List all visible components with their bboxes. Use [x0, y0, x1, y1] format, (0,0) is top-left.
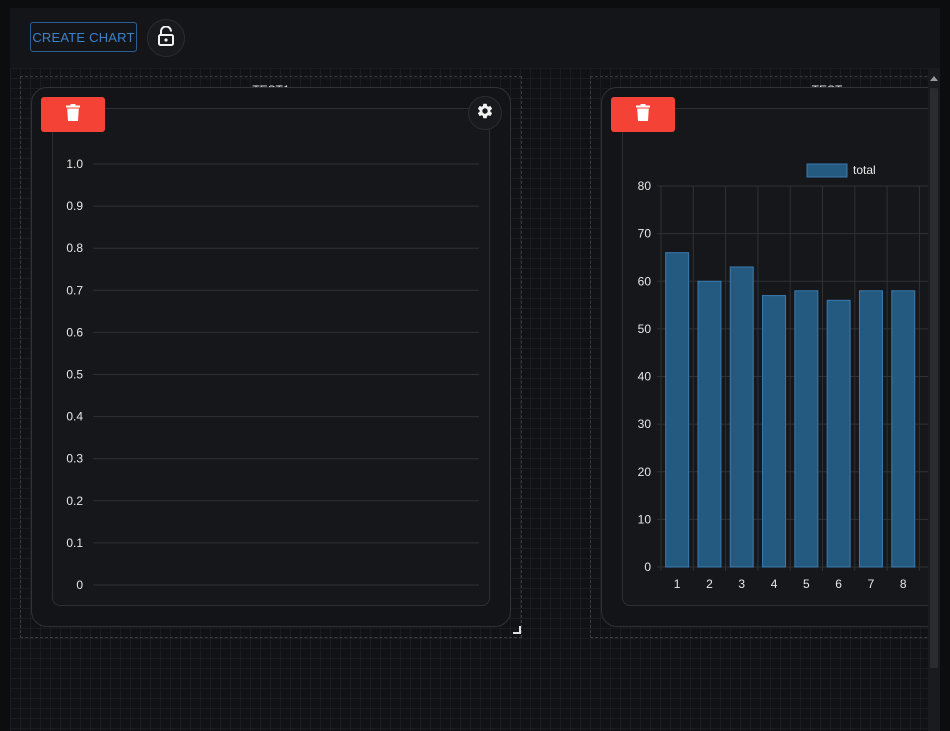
y-tick-label: 0.4 [66, 410, 83, 424]
y-tick-label: 0.6 [66, 325, 83, 339]
y-tick-label: 20 [638, 465, 652, 479]
trash-icon [66, 103, 80, 126]
chart-widget-test1[interactable]: TEST1 1.00.90.80.70.60.50.40.30.20.10 [20, 76, 522, 638]
y-tick-label: 0.1 [66, 536, 83, 550]
delete-chart-button[interactable] [611, 97, 675, 132]
y-tick-label: 0.5 [66, 368, 83, 382]
bar [729, 266, 754, 568]
y-tick-label: 0.2 [66, 494, 83, 508]
bar-chart: 80 70 60 50 40 30 20 10 0 1 2 3 4 5 6 7 8 total [638, 163, 940, 591]
scrollbar-thumb[interactable] [930, 88, 938, 668]
resize-handle[interactable] [513, 626, 521, 634]
y-tick-label: 80 [638, 179, 652, 193]
bar [794, 290, 819, 568]
x-tick-label: 7 [868, 577, 875, 591]
bar [891, 290, 916, 568]
legend-swatch [806, 163, 848, 178]
bar [697, 280, 722, 568]
y-tick-label: 0.8 [66, 241, 83, 255]
gear-icon [476, 102, 494, 125]
x-tick-label: 3 [738, 577, 745, 591]
y-tick-label: 30 [638, 417, 652, 431]
legend-label: total [853, 163, 876, 177]
trash-icon [636, 103, 650, 126]
x-tick-label: 1 [674, 577, 681, 591]
y-tick-label: 50 [638, 322, 652, 336]
chart-settings-button[interactable] [468, 96, 502, 130]
y-tick-label: 60 [638, 274, 652, 288]
bar [665, 252, 690, 568]
dashboard-frame: CREATE CHART TEST1 1.00.90.80.70.60.50.4… [10, 8, 940, 731]
y-tick-label: 0.9 [66, 199, 83, 213]
chart-card: 80 70 60 50 40 30 20 10 0 1 2 3 4 5 6 7 8 total [601, 87, 940, 627]
lock-toggle-button[interactable] [147, 19, 185, 57]
x-tick-label: 4 [771, 577, 778, 591]
chart-grid-area: TEST1 1.00.90.80.70.60.50.40.30.20.10 [10, 68, 940, 731]
lock-open-icon [157, 25, 175, 51]
legend: total [806, 163, 876, 178]
scroll-up-arrow-icon[interactable] [928, 72, 940, 84]
toolbar: CREATE CHART [10, 8, 940, 68]
x-tick-label: 6 [835, 577, 842, 591]
chart-card: 1.0 0.9 0.8 0.7 0.6 0.5 0.4 0.3 0.2 0.1 0 [31, 87, 511, 627]
bar [762, 295, 787, 568]
y-tick-label: 1.0 [66, 157, 83, 171]
bar [858, 290, 883, 568]
x-tick-label: 2 [706, 577, 713, 591]
x-tick-label: 8 [900, 577, 907, 591]
chart-container: 80 70 60 50 40 30 20 10 0 1 2 3 4 5 6 7 8 total [622, 108, 940, 606]
y-tick-label: 40 [638, 370, 652, 384]
y-tick-label: 0 [76, 578, 83, 592]
create-chart-button[interactable]: CREATE CHART [30, 22, 137, 52]
line-chart: 1.0 0.9 0.8 0.7 0.6 0.5 0.4 0.3 0.2 0.1 0 [66, 157, 479, 592]
y-tick-label: 70 [638, 227, 652, 241]
bar [826, 299, 851, 568]
chart-container: 1.0 0.9 0.8 0.7 0.6 0.5 0.4 0.3 0.2 0.1 0 [52, 108, 490, 606]
delete-chart-button[interactable] [41, 97, 105, 132]
chart-widget-test[interactable]: TEST 8070605040302010012345678total [590, 76, 940, 638]
y-tick-label: 0.7 [66, 283, 83, 297]
x-tick-label: 5 [803, 577, 810, 591]
y-tick-label: 0.3 [66, 452, 83, 466]
y-tick-label: 10 [638, 512, 652, 526]
vertical-scrollbar[interactable] [928, 68, 940, 731]
y-tick-label: 0 [644, 560, 651, 574]
